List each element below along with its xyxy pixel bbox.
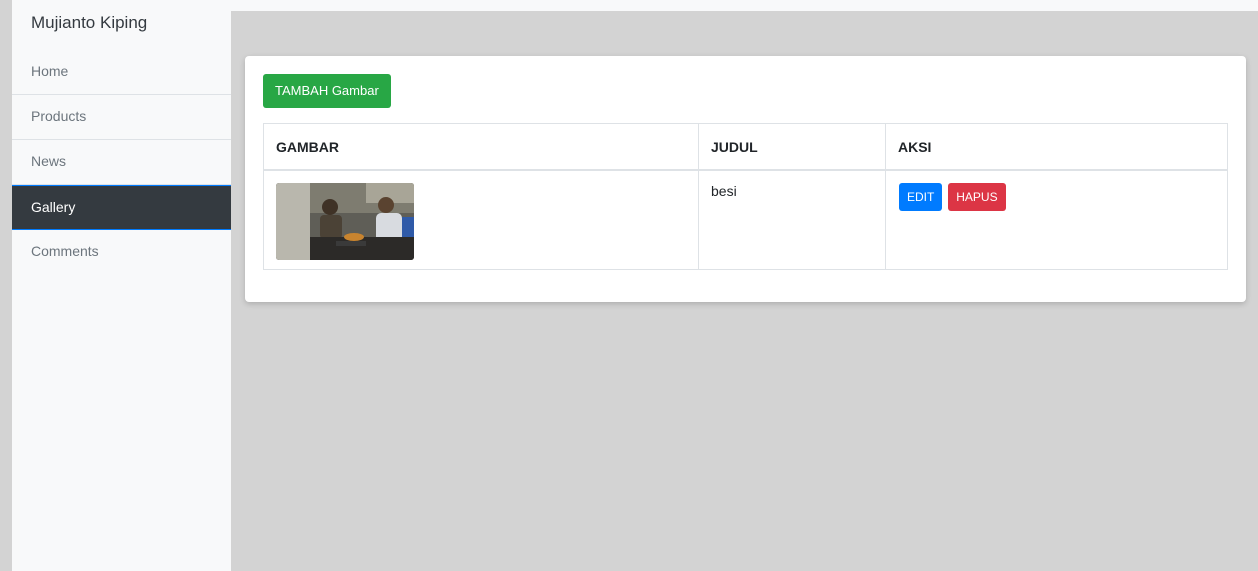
column-header-image: GAMBAR (263, 123, 699, 171)
table-header-row: GAMBAR JUDUL AKSI (263, 123, 1228, 171)
gallery-thumbnail[interactable] (276, 183, 414, 260)
column-header-action: AKSI (885, 123, 1228, 171)
sidebar-item-comments[interactable]: Comments (12, 230, 231, 275)
delete-button[interactable]: HAPUS (948, 183, 1006, 211)
column-header-title: JUDUL (698, 123, 886, 171)
edit-button[interactable]: EDIT (899, 183, 943, 211)
top-bar (231, 0, 1258, 11)
sidebar: Mujianto Kiping Home Products News Galle… (12, 0, 231, 571)
action-cell: EDIT HAPUS (885, 169, 1228, 270)
table-row: besi EDIT HAPUS (263, 169, 1228, 270)
sidebar-item-news[interactable]: News (12, 140, 231, 185)
sidebar-item-gallery[interactable]: Gallery (12, 185, 231, 230)
brand-title[interactable]: Mujianto Kiping (31, 13, 147, 33)
image-cell (263, 169, 699, 270)
sidebar-nav: Home Products News Gallery Comments (12, 50, 231, 275)
photo-image (276, 183, 414, 260)
sidebar-item-products[interactable]: Products (12, 95, 231, 140)
sidebar-item-home[interactable]: Home (12, 50, 231, 95)
gallery-card: TAMBAH Gambar GAMBAR JUDUL AKSI besi EDI… (245, 56, 1246, 302)
gallery-table: GAMBAR JUDUL AKSI besi EDIT HAPUS (263, 123, 1228, 270)
title-cell: besi (698, 169, 886, 270)
add-image-button[interactable]: TAMBAH Gambar (263, 74, 391, 108)
